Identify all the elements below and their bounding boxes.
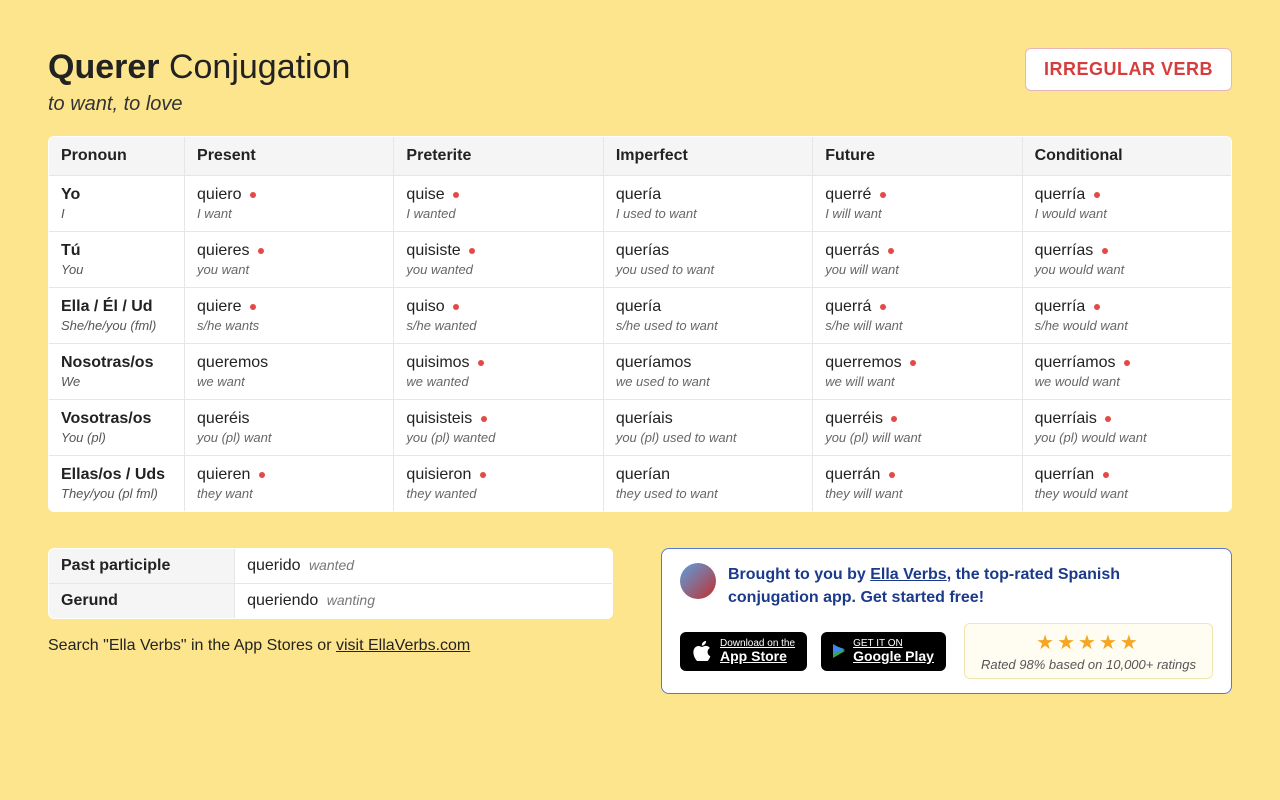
conjugation-cell: queríais you (pl) used to want <box>603 400 812 456</box>
conjugation-cell: quieres you want <box>185 232 394 288</box>
search-prefix: Search "Ella Verbs" in the App Stores or <box>48 637 336 654</box>
star-icons: ★★★★★ <box>981 630 1196 655</box>
column-header: Present <box>185 137 394 176</box>
irregular-dot-icon <box>889 472 895 478</box>
irregular-dot-icon <box>478 360 484 366</box>
pronoun-cell: TúYou <box>49 232 185 288</box>
column-header: Future <box>813 137 1022 176</box>
pronoun-cell: Nosotras/osWe <box>49 344 185 400</box>
conjugation-cell: querré I will want <box>813 176 1022 232</box>
participle-label: Past participle <box>49 549 235 584</box>
conjugation-cell: querrán they will want <box>813 456 1022 512</box>
table-row: Past participlequerido wanted <box>49 549 613 584</box>
irregular-dot-icon <box>888 248 894 254</box>
conjugation-cell: querríamos we would want <box>1022 344 1231 400</box>
verb-meaning: to want, to love <box>48 93 350 116</box>
table-row: Vosotras/osYou (pl)queréis you (pl) want… <box>49 400 1232 456</box>
irregular-badge: IRREGULAR VERB <box>1025 48 1232 91</box>
column-header: Imperfect <box>603 137 812 176</box>
visit-link[interactable]: visit EllaVerbs.com <box>336 637 470 654</box>
table-row: Ella / Él / UdShe/he/you (fml)quiere s/h… <box>49 288 1232 344</box>
conjugation-cell: quisieron they wanted <box>394 456 603 512</box>
irregular-dot-icon <box>1124 360 1130 366</box>
participles-table: Past participlequerido wantedGerundqueri… <box>48 548 613 619</box>
conjugation-cell: quisiste you wanted <box>394 232 603 288</box>
irregular-dot-icon <box>880 192 886 198</box>
conjugation-cell: querría I would want <box>1022 176 1231 232</box>
irregular-dot-icon <box>480 472 486 478</box>
conjugation-cell: querrá s/he will want <box>813 288 1022 344</box>
irregular-dot-icon <box>259 472 265 478</box>
table-row: TúYouquieres you wantquisiste you wanted… <box>49 232 1232 288</box>
conjugation-cell: queremos we want <box>185 344 394 400</box>
pronoun-cell: Vosotras/osYou (pl) <box>49 400 185 456</box>
irregular-dot-icon <box>250 192 256 198</box>
table-row: Nosotras/osWequeremos we wantquisimos we… <box>49 344 1232 400</box>
conjugation-cell: quiero I want <box>185 176 394 232</box>
irregular-dot-icon <box>453 304 459 310</box>
irregular-dot-icon <box>1103 472 1109 478</box>
irregular-dot-icon <box>258 248 264 254</box>
irregular-dot-icon <box>891 416 897 422</box>
apple-icon <box>692 641 712 661</box>
title-rest: Conjugation <box>160 48 351 86</box>
conjugation-cell: quería s/he used to want <box>603 288 812 344</box>
pronoun-cell: YoI <box>49 176 185 232</box>
column-header: Pronoun <box>49 137 185 176</box>
rating-box: ★★★★★ Rated 98% based on 10,000+ ratings <box>964 623 1213 679</box>
conjugation-cell: quiso s/he wanted <box>394 288 603 344</box>
conjugation-cell: querríais you (pl) would want <box>1022 400 1231 456</box>
google-play-icon <box>833 644 845 658</box>
conjugation-cell: quiere s/he wants <box>185 288 394 344</box>
search-line: Search "Ella Verbs" in the App Stores or… <box>48 637 613 655</box>
irregular-dot-icon <box>250 304 256 310</box>
ella-verbs-link[interactable]: Ella Verbs <box>870 566 947 583</box>
irregular-dot-icon <box>453 192 459 198</box>
conjugation-cell: querría s/he would want <box>1022 288 1231 344</box>
conjugation-cell: querrás you will want <box>813 232 1022 288</box>
irregular-dot-icon <box>1102 248 1108 254</box>
column-header: Conditional <box>1022 137 1231 176</box>
pronoun-cell: Ellas/os / UdsThey/you (pl fml) <box>49 456 185 512</box>
participle-label: Gerund <box>49 584 235 619</box>
irregular-dot-icon <box>1094 304 1100 310</box>
conjugation-cell: queréis you (pl) want <box>185 400 394 456</box>
app-store-badge[interactable]: Download on theApp Store <box>680 632 807 670</box>
conjugation-cell: querían they used to want <box>603 456 812 512</box>
irregular-dot-icon <box>910 360 916 366</box>
google-play-badge[interactable]: GET IT ONGoogle Play <box>821 632 946 670</box>
participle-value: queriendo wanting <box>235 584 613 619</box>
conjugation-cell: querrían they would want <box>1022 456 1231 512</box>
conjugation-cell: quisimos we wanted <box>394 344 603 400</box>
conjugation-cell: queríamos we used to want <box>603 344 812 400</box>
promo-text: Brought to you by Ella Verbs, the top-ra… <box>728 563 1213 609</box>
pronoun-cell: Ella / Él / UdShe/he/you (fml) <box>49 288 185 344</box>
conjugation-cell: querrías you would want <box>1022 232 1231 288</box>
conjugation-cell: quisisteis you (pl) wanted <box>394 400 603 456</box>
conjugation-cell: querréis you (pl) will want <box>813 400 1022 456</box>
verb-name: Querer <box>48 48 160 86</box>
rating-text: Rated 98% based on 10,000+ ratings <box>981 657 1196 672</box>
table-row: YoIquiero I wantquise I wantedquería I u… <box>49 176 1232 232</box>
irregular-dot-icon <box>469 248 475 254</box>
table-row: Gerundqueriendo wanting <box>49 584 613 619</box>
conjugation-cell: quieren they want <box>185 456 394 512</box>
conjugation-table: PronounPresentPreteriteImperfectFutureCo… <box>48 136 1232 512</box>
conjugation-cell: quise I wanted <box>394 176 603 232</box>
promo-box: Brought to you by Ella Verbs, the top-ra… <box>661 548 1232 694</box>
app-icon <box>680 563 716 599</box>
page-title: Querer Conjugation <box>48 48 350 87</box>
table-row: Ellas/os / UdsThey/you (pl fml)quieren t… <box>49 456 1232 512</box>
column-header: Preterite <box>394 137 603 176</box>
irregular-dot-icon <box>481 416 487 422</box>
irregular-dot-icon <box>1105 416 1111 422</box>
conjugation-cell: quería I used to want <box>603 176 812 232</box>
irregular-dot-icon <box>880 304 886 310</box>
conjugation-cell: querremos we will want <box>813 344 1022 400</box>
conjugation-cell: querías you used to want <box>603 232 812 288</box>
irregular-dot-icon <box>1094 192 1100 198</box>
participle-value: querido wanted <box>235 549 613 584</box>
